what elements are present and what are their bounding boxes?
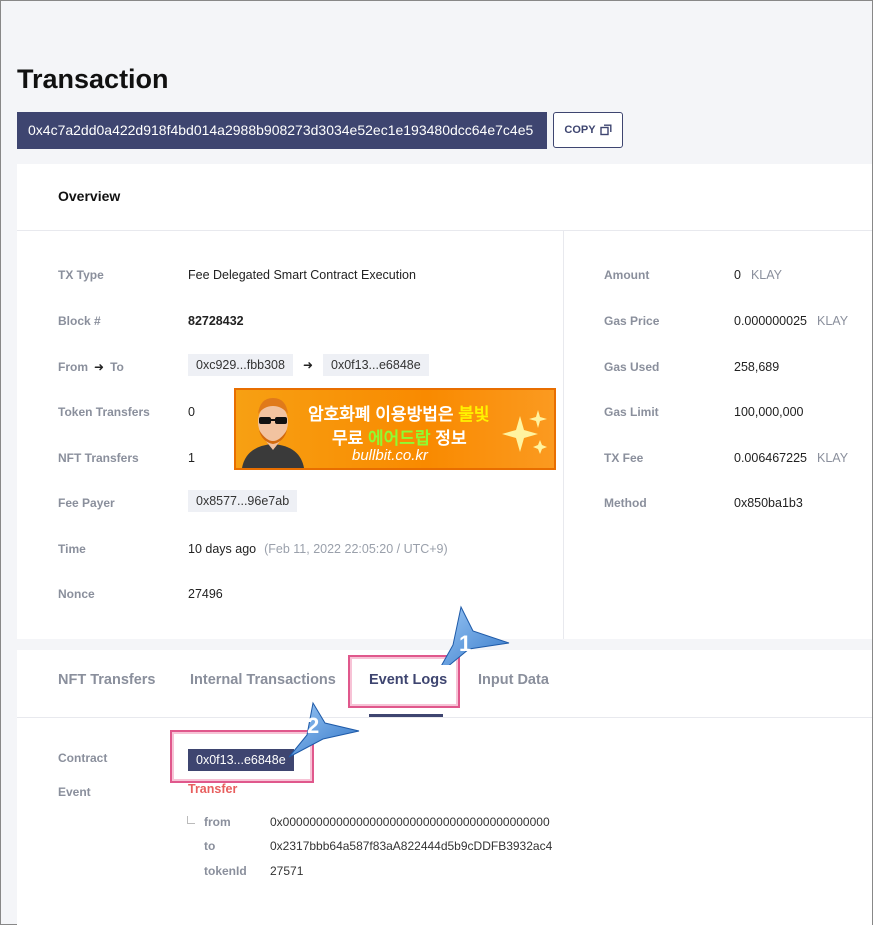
time-label: Time (58, 542, 86, 556)
to-label: To (110, 360, 124, 374)
from-label: From (58, 360, 88, 374)
tabs-card: NFT Transfers Internal Transactions Even… (17, 650, 872, 925)
callout-arrow-icon (288, 701, 360, 758)
fee-payer-address[interactable]: 0x8577...96e7ab (188, 490, 298, 512)
contract-label: Contract (58, 751, 108, 765)
ad-headline-brand: 불빛 (458, 405, 490, 424)
tx-hash: 0x4c7a2dd0a422d918f4bd014a2988b908273d30… (17, 112, 547, 149)
ad-subline-a: 무료 (332, 429, 369, 448)
time-value: 10 days ago (188, 542, 257, 556)
ad-headline-text: 암호화폐 이용방법은 (308, 405, 459, 424)
avatar-icon (242, 398, 304, 468)
time-detail: (Feb 11, 2022 22:05:20 / UTC+9) (264, 542, 448, 556)
from-to-value: 0xc929...fbb308 ➜ 0x0f13...e6848e (188, 354, 429, 376)
param-key-from: from (204, 815, 231, 829)
copy-label: COPY (564, 124, 596, 136)
event-label: Event (58, 785, 91, 799)
ad-subline-highlight: 에어드랍 (368, 429, 431, 448)
active-tab-indicator (369, 714, 443, 717)
ad-subline-c: 정보 (430, 429, 467, 448)
nonce-value: 27496 (188, 587, 223, 601)
tab-input-data[interactable]: Input Data (478, 672, 549, 688)
callout-1-number: 1 (459, 631, 472, 656)
copy-icon (599, 124, 612, 136)
param-value-to: 0x2317bbb64a587f83aA822444d5b9cDDFB3932a… (270, 839, 553, 853)
param-key-tokenid: tokenId (204, 864, 247, 878)
ad-subline: 무료 에어드랍 정보 (332, 424, 467, 449)
method-value: 0x850ba1b3 (734, 496, 803, 510)
token-transfers-value: 0 (188, 405, 195, 419)
callout-arrow-icon (434, 605, 510, 678)
tx-fee-value: 0.006467225 (734, 451, 807, 465)
amount-value: 0 (734, 268, 741, 282)
fee-payer-label: Fee Payer (58, 496, 115, 510)
param-value-from: 0x00000000000000000000000000000000000000… (270, 815, 550, 829)
page-title: Transaction (17, 64, 169, 94)
tx-fee-unit: KLAY (817, 451, 849, 465)
gas-used-label: Gas Used (604, 360, 660, 374)
tx-type-value: Fee Delegated Smart Contract Execution (188, 268, 416, 282)
gas-limit-value: 100,000,000 (734, 405, 804, 419)
gas-price-label: Gas Price (604, 314, 660, 328)
column-divider (563, 231, 564, 639)
param-value-tokenid: 27571 (270, 864, 304, 878)
amount-label: Amount (604, 268, 650, 282)
tx-fee-label: TX Fee (604, 451, 644, 465)
copy-button[interactable]: COPY (553, 112, 623, 148)
callout-2: 2 (287, 701, 367, 761)
ad-banner[interactable]: 암호화폐 이용방법은 불빛 무료 에어드랍 정보 bullbit.co.kr (234, 388, 556, 470)
method-label: Method (604, 496, 647, 510)
nft-transfers-label: NFT Transfers (58, 451, 139, 465)
param-key-to: to (204, 839, 216, 853)
amount-unit: KLAY (750, 268, 782, 282)
time-value-wrap: 10 days ago (Feb 11, 2022 22:05:20 / UTC… (188, 542, 448, 556)
token-transfers-label: Token Transfers (58, 405, 150, 419)
overview-heading: Overview (17, 164, 872, 231)
gas-used-value: 258,689 (734, 360, 780, 374)
callout-1: 1 (433, 605, 513, 678)
tx-fee-value-wrap: 0.006467225 KLAY (734, 451, 848, 465)
from-address[interactable]: 0xc929...fbb308 (188, 354, 293, 376)
event-name: Transfer (188, 782, 238, 796)
fee-payer-value-wrap: 0x8577...96e7ab (188, 490, 298, 512)
tx-type-label: TX Type (58, 268, 104, 282)
gas-price-value-wrap: 0.000000025 KLAY (734, 314, 848, 328)
tab-nft-transfers[interactable]: NFT Transfers (58, 672, 156, 688)
nft-transfers-value: 1 (188, 451, 195, 465)
gas-price-unit: KLAY (817, 314, 849, 328)
callout-2-number: 2 (307, 713, 320, 738)
to-address[interactable]: 0x0f13...e6848e (323, 354, 429, 376)
tab-internal-transactions[interactable]: Internal Transactions (190, 672, 336, 688)
arrow-right-icon: ➜ (94, 360, 105, 374)
from-to-label: From ➜ To (58, 360, 124, 374)
nonce-label: Nonce (58, 587, 95, 601)
block-value[interactable]: 82728432 (188, 314, 244, 328)
gas-limit-label: Gas Limit (604, 405, 659, 419)
arrow-right-icon: ➜ (302, 358, 314, 372)
gas-price-value: 0.000000025 (734, 314, 807, 328)
ad-headline: 암호화폐 이용방법은 불빛 (308, 400, 490, 425)
sparkle-icon (502, 410, 547, 454)
ad-url: bullbit.co.kr (352, 447, 428, 464)
block-label: Block # (58, 314, 101, 328)
amount-value-wrap: 0 KLAY (734, 268, 782, 282)
tree-connector (187, 816, 195, 824)
